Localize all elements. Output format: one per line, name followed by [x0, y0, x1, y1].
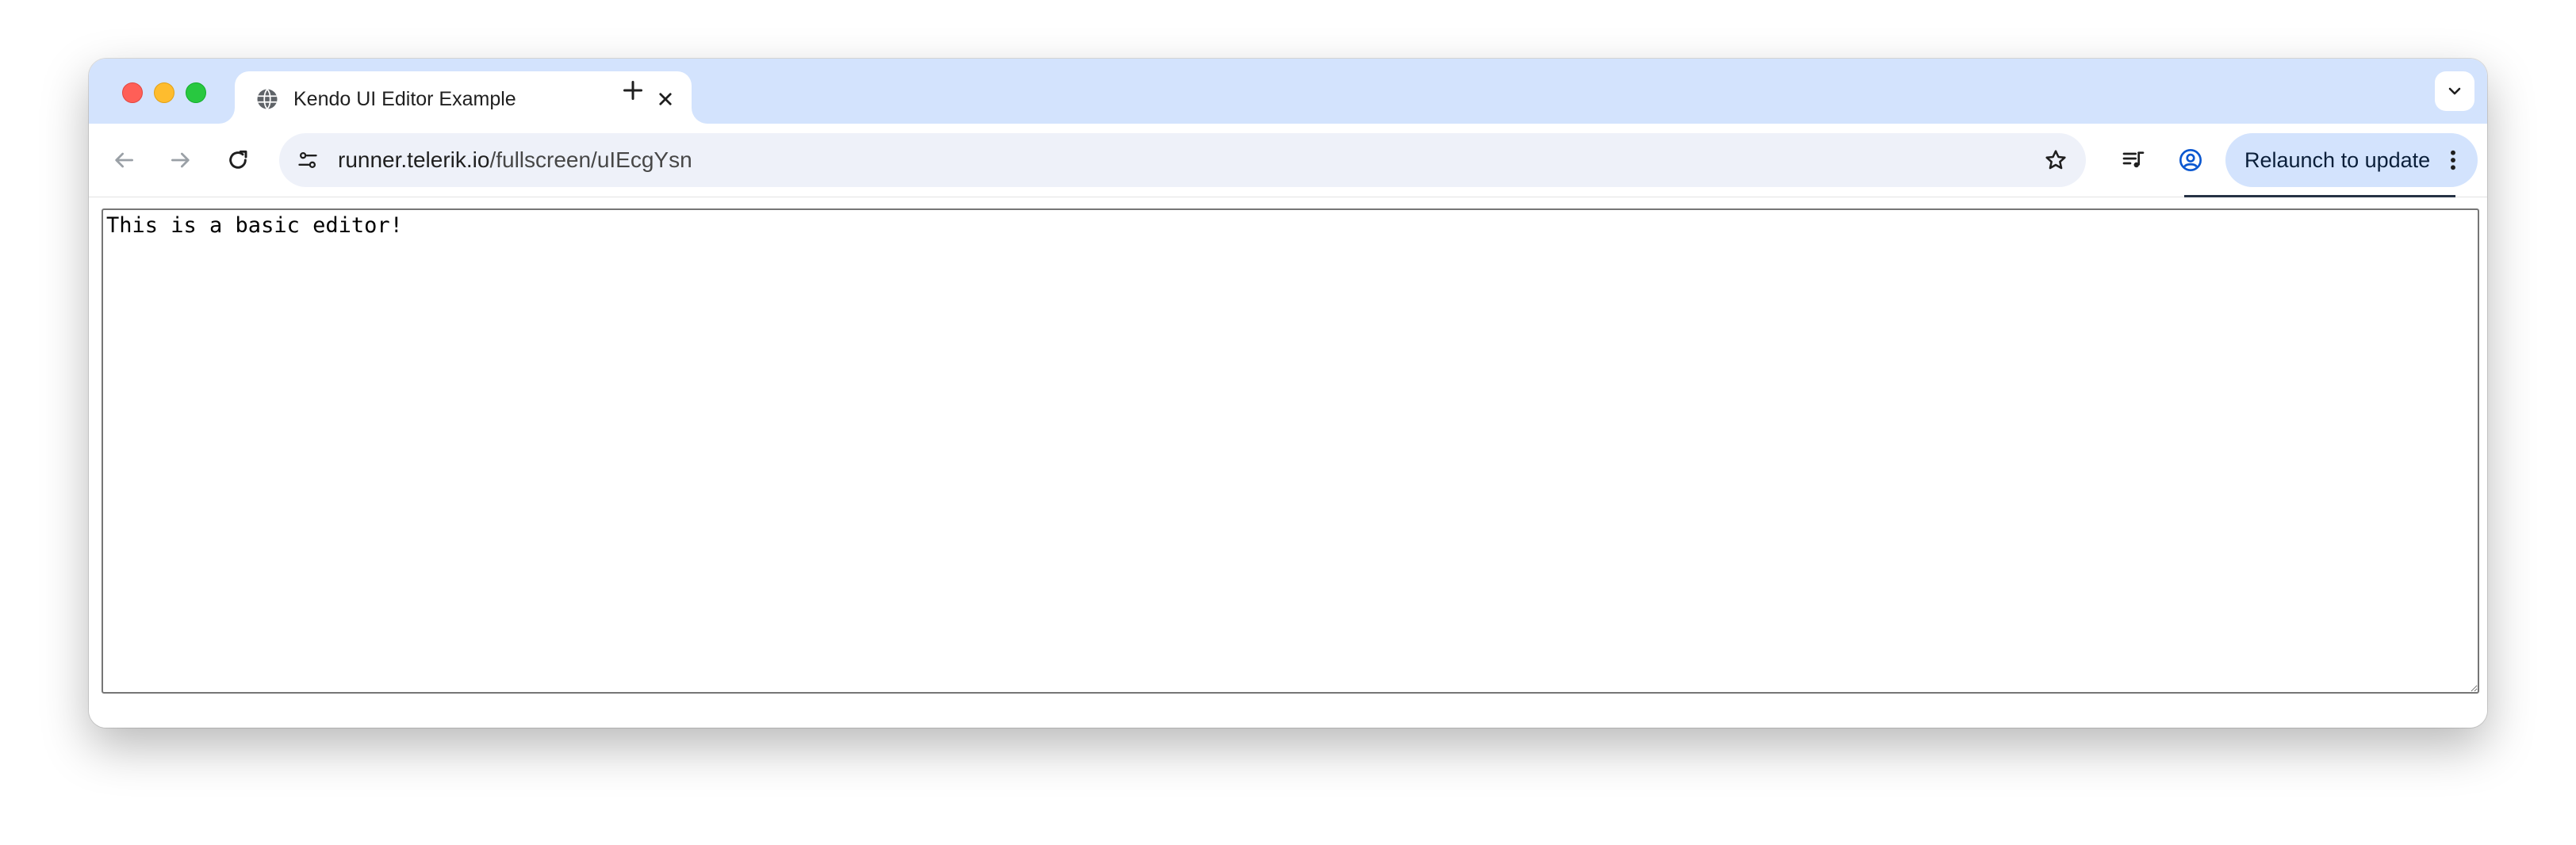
profile-button[interactable]: [2172, 141, 2210, 179]
reload-button[interactable]: [219, 141, 257, 179]
new-tab-plus-icon[interactable]: [619, 76, 647, 105]
browser-toolbar: runner.telerik.io/fullscreen/uIEcgYsn Re…: [89, 124, 2487, 197]
tab-close-icon[interactable]: [654, 87, 677, 111]
back-button[interactable]: [105, 141, 143, 179]
address-bar[interactable]: runner.telerik.io/fullscreen/uIEcgYsn: [279, 133, 2086, 187]
media-controls-button[interactable]: [2114, 141, 2152, 179]
url-host: runner.telerik.io: [338, 147, 490, 172]
maximize-window-button[interactable]: [186, 82, 206, 103]
close-window-button[interactable]: [122, 82, 143, 103]
browser-window: Kendo UI Editor Example runner.telerik.i…: [89, 59, 2487, 728]
tab-title: Kendo UI Editor Example: [293, 88, 516, 110]
screen: Kendo UI Editor Example runner.telerik.i…: [0, 0, 2576, 845]
forward-button[interactable]: [162, 141, 200, 179]
tab-search-button[interactable]: [2435, 71, 2474, 111]
globe-icon: [255, 87, 279, 111]
minimize-window-button[interactable]: [154, 82, 174, 103]
site-settings-tune-icon[interactable]: [290, 143, 325, 178]
page-content: This is a basic editor!: [89, 197, 2487, 728]
relaunch-label: Relaunch to update: [2244, 148, 2431, 172]
relaunch-to-update-button[interactable]: Relaunch to update: [2225, 133, 2478, 187]
url-path: /fullscreen/uIEcgYsn: [489, 147, 692, 172]
tab-strip: Kendo UI Editor Example: [89, 59, 2487, 124]
editor-textarea[interactable]: This is a basic editor!: [102, 208, 2479, 694]
url-text[interactable]: runner.telerik.io/fullscreen/uIEcgYsn: [338, 147, 692, 173]
bookmark-star-icon[interactable]: [2040, 144, 2072, 176]
more-vert-icon[interactable]: [2441, 144, 2465, 176]
